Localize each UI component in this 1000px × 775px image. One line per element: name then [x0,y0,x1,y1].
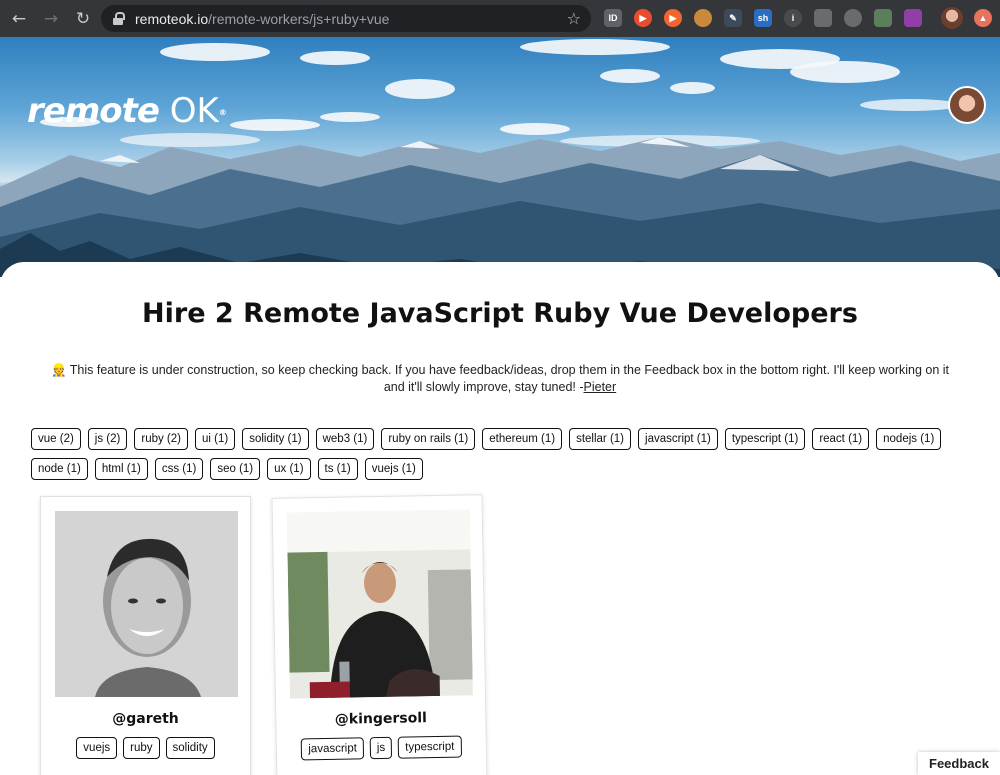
tag-filter-list: vue (2) js (2) ruby (2) ui (1) solidity (1) w… [31,428,971,480]
star-icon[interactable]: ☆ [567,9,581,28]
remoteok-logo[interactable]: remote OK® [27,91,227,131]
developer-tag[interactable]: solidity [165,737,215,759]
developer-tag[interactable]: javascript [301,737,365,761]
extension-icon[interactable]: i [784,9,802,27]
url-text[interactable]: remoteok.io/remote-workers/js+ruby+vue [135,11,389,27]
pieter-link[interactable]: Pieter [584,380,617,394]
tag-filter[interactable]: seo (1) [210,458,261,480]
developer-tag[interactable]: typescript [398,735,462,759]
extension-icon[interactable]: ▲ [974,9,992,27]
developer-tag[interactable]: vuejs [76,737,118,759]
tag-filter[interactable]: ruby (2) [134,428,188,450]
developer-card[interactable]: @gareth vuejs ruby solidity [40,496,251,775]
extension-icon[interactable]: ▶ [664,9,682,27]
tag-filter[interactable]: vuejs (1) [364,458,423,480]
developer-handle[interactable]: @gareth [41,711,250,727]
developer-tags: javascript js typescript [277,735,486,761]
developer-photo [55,511,238,697]
browser-toolbar: ← → ↻ remoteok.io/remote-workers/js+ruby… [0,0,1000,37]
back-arrow-icon[interactable]: ← [6,6,32,32]
tag-filter[interactable]: web3 (1) [315,428,375,450]
tag-filter[interactable]: vue (2) [31,428,81,450]
feedback-button[interactable]: Feedback [918,752,1000,775]
tag-filter[interactable]: ui (1) [194,428,236,450]
developer-card[interactable]: @kingersoll javascript js typescript [271,494,488,775]
page-title: Hire 2 Remote JavaScript Ruby Vue Develo… [142,298,858,329]
tag-filter[interactable]: solidity (1) [242,428,309,450]
extension-icon[interactable]: ▶ [634,9,652,27]
extension-icon[interactable] [874,9,892,27]
tag-filter[interactable]: javascript (1) [638,428,718,450]
developer-tag[interactable]: js [369,736,393,760]
address-bar[interactable]: remoteok.io/remote-workers/js+ruby+vue ☆ [101,5,591,32]
extension-icon[interactable] [844,9,862,27]
developer-tag[interactable]: ruby [123,737,160,759]
tag-filter[interactable]: html (1) [94,458,148,480]
hero-banner: remote OK® [0,37,1000,277]
tag-filter[interactable]: ts (1) [317,458,358,480]
forward-arrow-icon[interactable]: → [38,6,64,32]
developer-handle[interactable]: @kingersoll [276,709,485,729]
extension-icon[interactable]: ID [604,9,622,27]
extension-icon[interactable]: sh [754,9,772,27]
construction-worker-icon: 👷 [50,363,67,377]
profile-avatar-icon[interactable] [941,7,963,29]
construction-notice: 👷 This feature is under construction, so… [40,362,960,396]
tag-filter[interactable]: css (1) [154,458,204,480]
main-content: Hire 2 Remote JavaScript Ruby Vue Develo… [0,262,1000,775]
extension-icon[interactable]: ✎ [724,9,742,27]
extension-icon[interactable] [904,9,922,27]
tag-filter[interactable]: ux (1) [267,458,311,480]
tag-filter[interactable]: typescript (1) [724,428,806,450]
tag-filter[interactable]: react (1) [812,428,870,450]
cookie-icon[interactable] [694,9,712,27]
tag-filter[interactable]: nodejs (1) [876,428,942,450]
reload-icon[interactable]: ↻ [70,6,96,32]
mountains-illustration [0,137,1000,277]
tag-filter[interactable]: js (2) [87,428,128,450]
tag-filter[interactable]: ethereum (1) [482,428,563,450]
notice-text: This feature is under construction, so k… [69,363,950,394]
tag-filter[interactable]: node (1) [31,458,88,480]
lock-icon [113,11,125,26]
user-avatar[interactable] [948,86,986,124]
developer-photo [286,509,473,699]
extension-icon[interactable] [814,9,832,27]
developer-tags: vuejs ruby solidity [41,737,250,759]
tag-filter[interactable]: ruby on rails (1) [381,428,476,450]
tag-filter[interactable]: stellar (1) [569,428,632,450]
